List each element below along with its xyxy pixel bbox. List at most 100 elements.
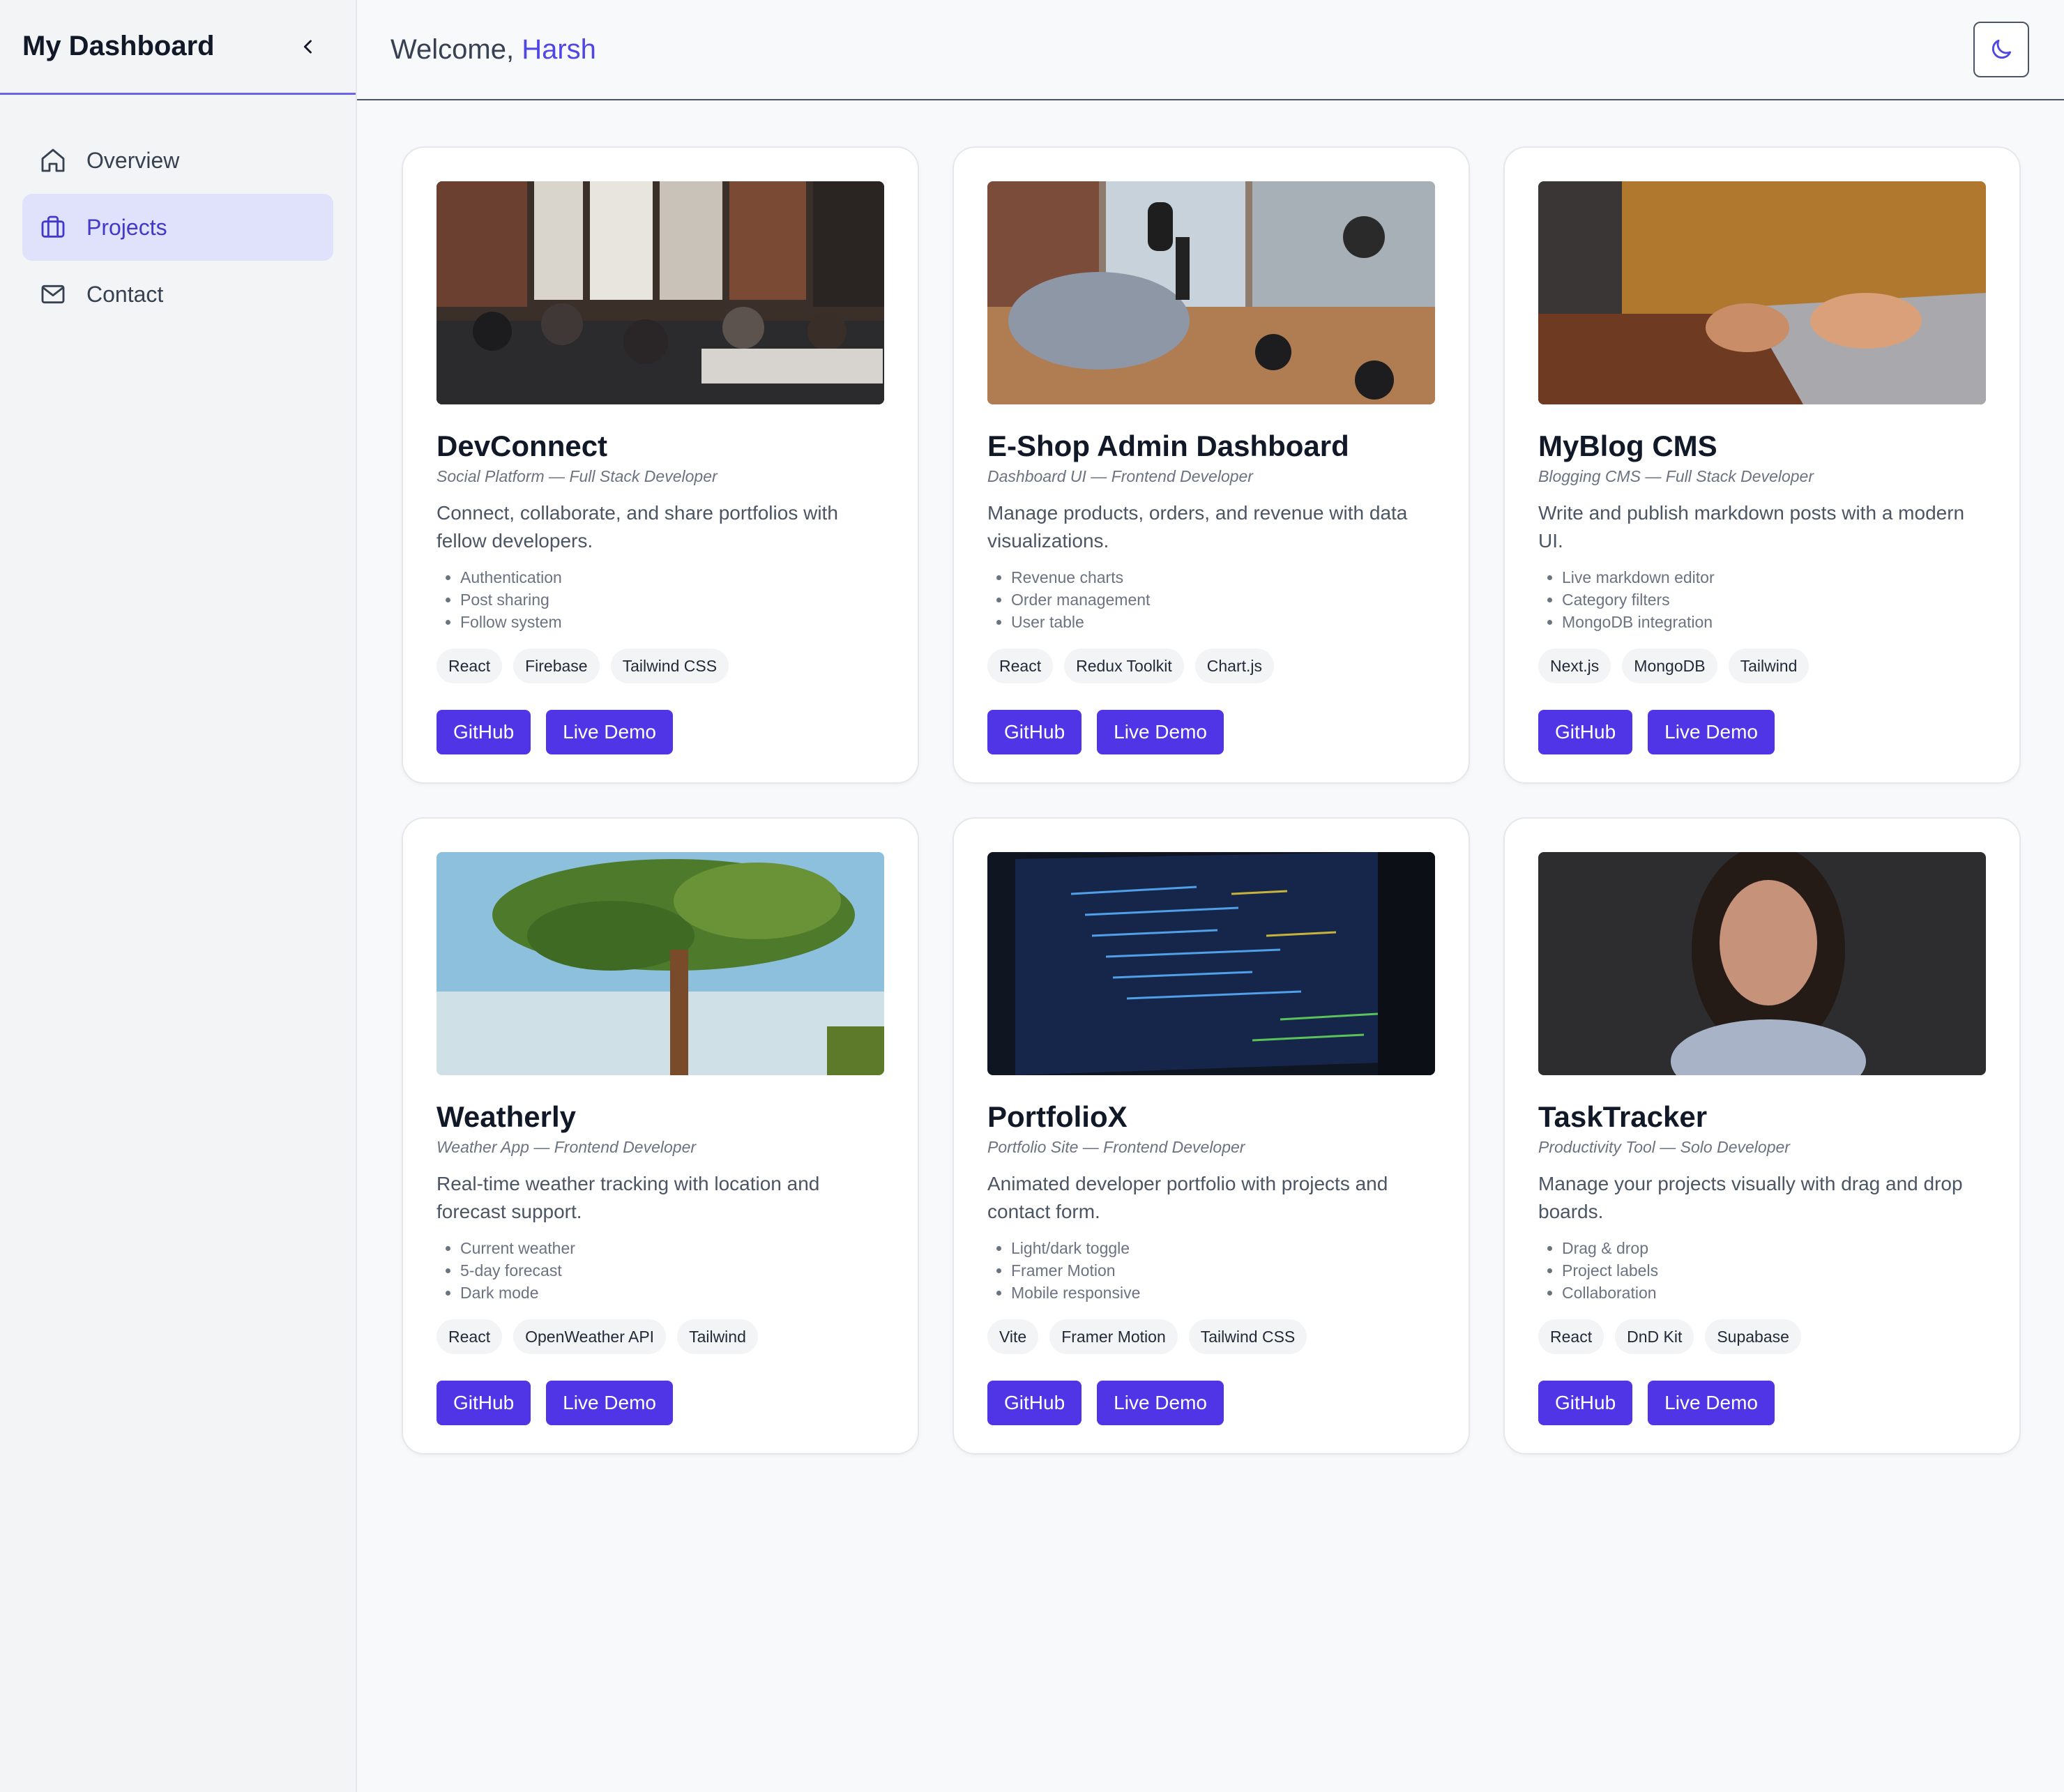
sidebar-item-contact[interactable]: Contact — [22, 261, 333, 328]
sidebar-nav: Overview Projects Contact — [0, 95, 356, 328]
sidebar-item-label: Contact — [86, 281, 164, 307]
github-button[interactable]: GitHub — [437, 710, 531, 754]
feature-item: Post sharing — [460, 589, 884, 611]
project-thumbnail — [987, 852, 1435, 1075]
project-title: DevConnect — [437, 430, 608, 462]
feature-item: Follow system — [460, 611, 884, 633]
sidebar-item-label: Projects — [86, 214, 167, 240]
tech-tags: React Redux Toolkit Chart.js — [987, 648, 1435, 683]
tech-tag: Firebase — [513, 648, 600, 683]
briefcase-icon — [39, 213, 67, 241]
mail-icon — [39, 280, 67, 308]
project-title: TaskTracker — [1538, 1100, 1708, 1133]
welcome-text: Welcome, — [390, 33, 515, 65]
feature-list: Drag & drop Project labels Collaboration — [1538, 1237, 1986, 1304]
moon-icon — [1991, 39, 2012, 59]
project-title: PortfolioX — [987, 1100, 1128, 1133]
feature-item: Current weather — [460, 1237, 884, 1259]
sidebar-item-overview[interactable]: Overview — [22, 127, 333, 194]
feature-item: Authentication — [460, 566, 884, 589]
welcome-message: Welcome, Harsh — [390, 34, 596, 66]
feature-item: MongoDB integration — [1562, 611, 1986, 633]
card-actions: GitHub Live Demo — [1538, 1381, 1986, 1425]
tech-tag: Next.js — [1538, 648, 1611, 683]
github-button[interactable]: GitHub — [1538, 710, 1633, 754]
feature-item: Category filters — [1562, 589, 1986, 611]
github-button[interactable]: GitHub — [1538, 1381, 1633, 1425]
tech-tag: Redux Toolkit — [1064, 648, 1184, 683]
tech-tags: React Firebase Tailwind CSS — [437, 648, 884, 683]
github-button[interactable]: GitHub — [987, 1381, 1082, 1425]
live-demo-button[interactable]: Live Demo — [546, 1381, 673, 1425]
project-card: Weatherly Weather App — Frontend Develop… — [402, 817, 919, 1455]
github-button[interactable]: GitHub — [987, 710, 1082, 754]
tech-tag: Tailwind — [677, 1319, 758, 1354]
collapse-sidebar-button[interactable] — [291, 30, 325, 63]
project-subtitle: Social Platform — Full Stack Developer — [437, 467, 718, 485]
tech-tag: Vite — [987, 1319, 1039, 1354]
card-actions: GitHub Live Demo — [437, 1381, 884, 1425]
tech-tags: Vite Framer Motion Tailwind CSS — [987, 1319, 1435, 1354]
sidebar-item-projects[interactable]: Projects — [22, 194, 333, 261]
feature-list: Live markdown editor Category filters Mo… — [1538, 566, 1986, 633]
tech-tags: Next.js MongoDB Tailwind — [1538, 648, 1986, 683]
live-demo-button[interactable]: Live Demo — [1648, 710, 1775, 754]
tech-tag: DnD Kit — [1615, 1319, 1694, 1354]
project-description: Manage products, orders, and revenue wit… — [987, 502, 1408, 552]
project-card: PortfolioX Portfolio Site — Frontend Dev… — [953, 817, 1470, 1455]
project-title: E-Shop Admin Dashboard — [987, 430, 1349, 462]
tech-tag: OpenWeather API — [513, 1319, 667, 1354]
feature-list: Authentication Post sharing Follow syste… — [437, 566, 884, 633]
live-demo-button[interactable]: Live Demo — [1648, 1381, 1775, 1425]
project-thumbnail — [1538, 181, 1986, 404]
tech-tag: React — [1538, 1319, 1604, 1354]
feature-list: Current weather 5-day forecast Dark mode — [437, 1237, 884, 1304]
user-name: Harsh — [522, 33, 596, 65]
feature-item: Project labels — [1562, 1259, 1986, 1282]
project-card: TaskTracker Productivity Tool — Solo Dev… — [1503, 817, 2021, 1455]
feature-item: 5-day forecast — [460, 1259, 884, 1282]
card-actions: GitHub Live Demo — [987, 710, 1435, 754]
project-subtitle: Dashboard UI — Frontend Developer — [987, 467, 1253, 485]
project-card: DevConnect Social Platform — Full Stack … — [402, 146, 919, 784]
theme-toggle-button[interactable] — [1973, 22, 2029, 77]
feature-item: Light/dark toggle — [1011, 1237, 1435, 1259]
feature-item: Collaboration — [1562, 1282, 1986, 1304]
project-card: MyBlog CMS Blogging CMS — Full Stack Dev… — [1503, 146, 2021, 784]
project-subtitle: Portfolio Site — Frontend Developer — [987, 1138, 1245, 1156]
project-title: MyBlog CMS — [1538, 430, 1717, 462]
card-actions: GitHub Live Demo — [437, 710, 884, 754]
feature-item: Dark mode — [460, 1282, 884, 1304]
tech-tags: React DnD Kit Supabase — [1538, 1319, 1986, 1354]
project-thumbnail — [437, 852, 884, 1075]
sidebar-header: My Dashboard — [0, 0, 356, 95]
feature-item: Drag & drop — [1562, 1237, 1986, 1259]
feature-item: Order management — [1011, 589, 1435, 611]
projects-grid: DevConnect Social Platform — Full Stack … — [402, 146, 2021, 1455]
project-subtitle: Blogging CMS — Full Stack Developer — [1538, 467, 1814, 485]
card-actions: GitHub Live Demo — [987, 1381, 1435, 1425]
feature-item: Live markdown editor — [1562, 566, 1986, 589]
tech-tag: Chart.js — [1194, 648, 1274, 683]
github-button[interactable]: GitHub — [437, 1381, 531, 1425]
tech-tag: React — [437, 648, 503, 683]
tech-tag: Tailwind — [1728, 648, 1809, 683]
project-description: Manage your projects visually with drag … — [1538, 1173, 1963, 1222]
feature-list: Light/dark toggle Framer Motion Mobile r… — [987, 1237, 1435, 1304]
project-card: E-Shop Admin Dashboard Dashboard UI — Fr… — [953, 146, 1470, 784]
chevron-left-icon — [303, 39, 312, 54]
live-demo-button[interactable]: Live Demo — [1097, 1381, 1224, 1425]
project-title: Weatherly — [437, 1100, 576, 1133]
feature-item: Revenue charts — [1011, 566, 1435, 589]
feature-item: Mobile responsive — [1011, 1282, 1435, 1304]
live-demo-button[interactable]: Live Demo — [1097, 710, 1224, 754]
project-thumbnail — [987, 181, 1435, 404]
home-icon — [39, 146, 67, 174]
project-description: Real-time weather tracking with location… — [437, 1173, 820, 1222]
project-thumbnail — [437, 181, 884, 404]
tech-tag: Supabase — [1705, 1319, 1801, 1354]
tech-tag: Tailwind CSS — [1188, 1319, 1307, 1354]
feature-list: Revenue charts Order management User tab… — [987, 566, 1435, 633]
brand-title: My Dashboard — [22, 31, 215, 61]
live-demo-button[interactable]: Live Demo — [546, 710, 673, 754]
